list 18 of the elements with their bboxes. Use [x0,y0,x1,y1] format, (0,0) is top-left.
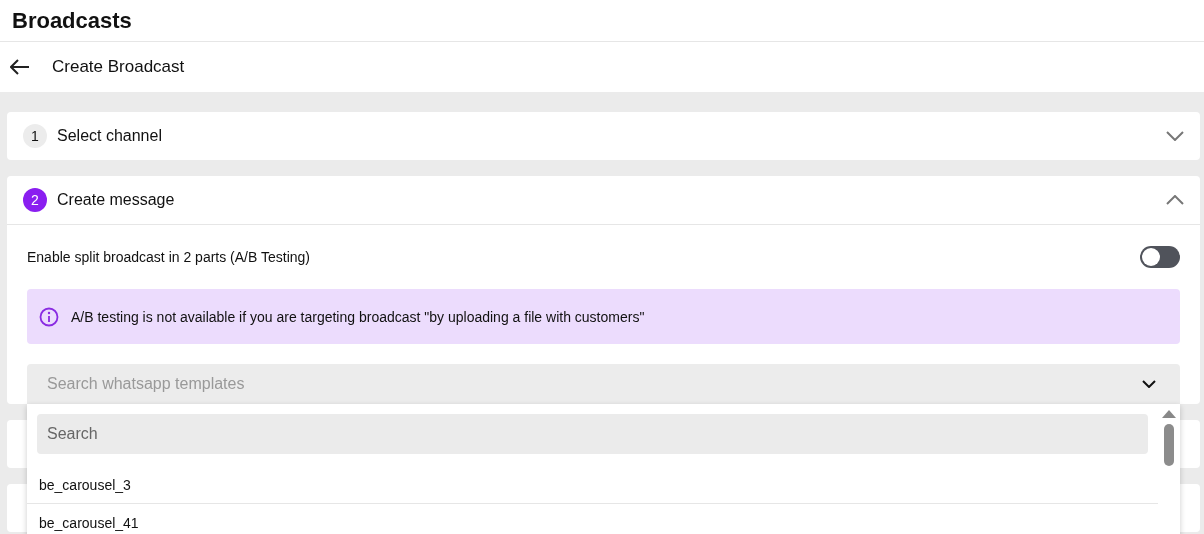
info-icon [39,306,59,327]
chevron-down-icon [1142,380,1156,388]
search-field[interactable]: Search [37,414,1148,454]
step-title[interactable]: Create message [57,191,1156,209]
page-title: Broadcasts [12,7,132,34]
step-number: 2 [23,188,47,212]
template-option[interactable]: be_carousel_3 [27,466,1158,504]
notice-text: A/B testing is not available if you are targeting broadcast "by uploading a file with customers" [71,308,645,325]
back-arrow-icon[interactable] [10,59,30,75]
step-title[interactable]: Select channel [57,127,1156,145]
split-broadcast-toggle[interactable] [1140,246,1180,268]
split-broadcast-label: Enable split broadcast in 2 parts (A/B Testing) [27,249,310,265]
page-subtitle: Create Broadcast [52,57,185,77]
scrollbar-thumb[interactable] [1164,424,1174,466]
chevron-down-icon[interactable] [1166,131,1184,141]
step-number: 1 [23,124,47,148]
chevron-up-icon[interactable] [1166,195,1184,205]
scroll-up-icon[interactable] [1162,410,1176,418]
